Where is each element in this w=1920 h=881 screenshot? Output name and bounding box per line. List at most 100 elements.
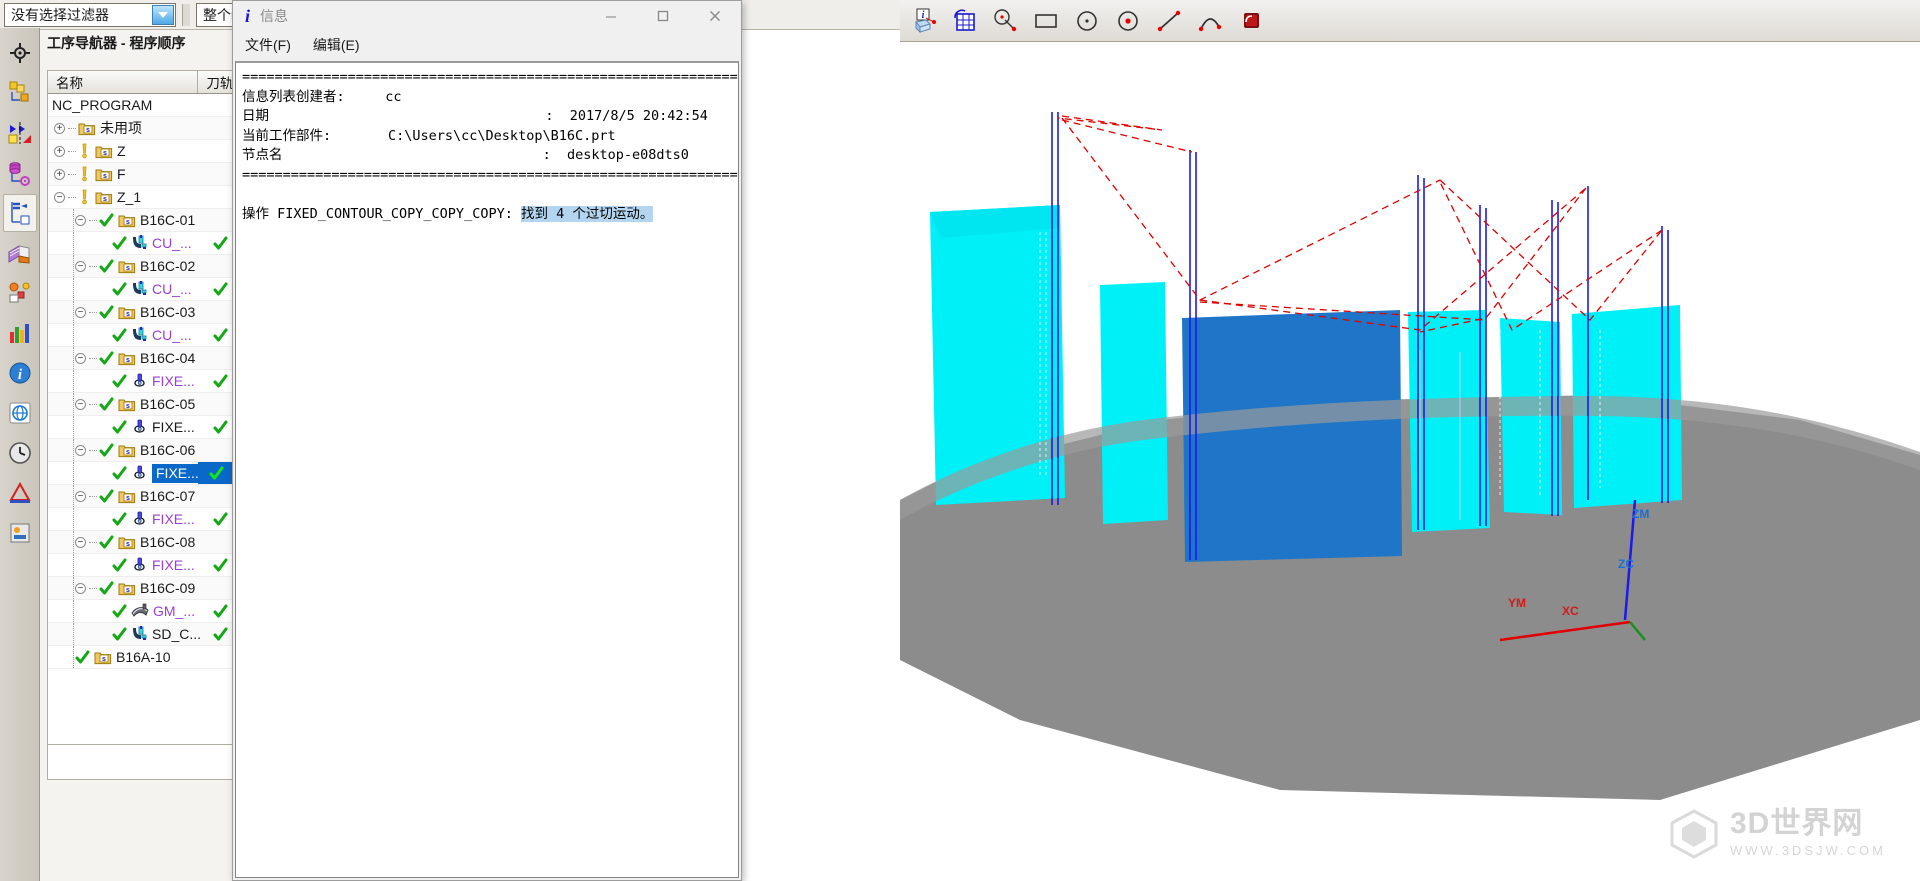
maximize-button[interactable] bbox=[637, 1, 689, 31]
nx-curve-toolbar[interactable]: i bbox=[900, 0, 1920, 42]
constraint-navigator-icon[interactable] bbox=[3, 114, 37, 152]
information-dialog[interactable]: i 信息 文件(F) 编辑(E) =======================… bbox=[232, 0, 742, 881]
tree-guide-line bbox=[73, 393, 74, 415]
svg-text:ZM: ZM bbox=[1632, 507, 1649, 521]
collapse-icon[interactable]: − bbox=[75, 214, 86, 226]
tree-row[interactable]: FIXE... bbox=[48, 554, 238, 577]
tree-guide-line bbox=[73, 209, 74, 231]
svg-text:s: s bbox=[126, 587, 130, 594]
arc-icon[interactable] bbox=[1191, 2, 1229, 40]
assembly-navigator-icon[interactable] bbox=[3, 74, 37, 112]
collapse-icon[interactable]: − bbox=[75, 260, 86, 272]
svg-text:s: s bbox=[86, 127, 90, 134]
history-icon[interactable] bbox=[3, 434, 37, 472]
collapse-icon[interactable]: − bbox=[75, 490, 86, 502]
graphics-viewport[interactable]: ZM ZC YM XC i 3D世界网 WWW.3DSJW.COM bbox=[900, 0, 1920, 881]
warning-icon bbox=[78, 189, 91, 205]
fixed-contour-icon bbox=[131, 557, 148, 573]
roles-icon[interactable] bbox=[3, 514, 37, 552]
tree-guide-line bbox=[73, 554, 74, 576]
collapse-icon[interactable]: − bbox=[75, 536, 86, 548]
collapse-icon[interactable]: − bbox=[75, 306, 86, 318]
part-navigator-icon[interactable] bbox=[3, 154, 37, 192]
tree-row-label: B16C-01 bbox=[140, 212, 196, 228]
resource-bar[interactable]: i bbox=[0, 28, 40, 881]
tree-column-headers: 名称 刀轨 bbox=[47, 70, 239, 94]
minimize-button[interactable] bbox=[585, 1, 637, 31]
column-header-name[interactable]: 名称 bbox=[48, 71, 199, 93]
arc-center-point-icon[interactable] bbox=[986, 2, 1024, 40]
reuse-library-icon[interactable] bbox=[3, 234, 37, 272]
rectangle-icon[interactable] bbox=[1027, 2, 1065, 40]
tree-guide-line bbox=[73, 577, 74, 599]
tree-row[interactable]: − s B16C-01 bbox=[48, 209, 238, 232]
tree-row[interactable]: CU_... bbox=[48, 278, 238, 301]
filter-select-value: 没有选择过滤器 bbox=[11, 6, 109, 23]
collapse-icon[interactable]: − bbox=[75, 582, 86, 594]
information-text-area[interactable]: ========================================… bbox=[235, 61, 739, 878]
dialog-menubar[interactable]: 文件(F) 编辑(E) bbox=[233, 31, 741, 59]
tree-row[interactable]: − s B16C-06 bbox=[48, 439, 238, 462]
tree-row[interactable]: − s B16C-09 bbox=[48, 577, 238, 600]
tree-row[interactable]: CU_... bbox=[48, 232, 238, 255]
tree-row[interactable]: − s B16C-05 bbox=[48, 393, 238, 416]
tree-row[interactable]: SD_C... bbox=[48, 623, 238, 646]
toolpath-check-icon bbox=[213, 420, 228, 435]
tree-row[interactable]: − s B16C-02 bbox=[48, 255, 238, 278]
menu-edit[interactable]: 编辑(E) bbox=[313, 35, 360, 55]
tree-row[interactable]: − s B16C-03 bbox=[48, 301, 238, 324]
circle-icon[interactable] bbox=[1068, 2, 1106, 40]
collapse-icon[interactable]: − bbox=[75, 352, 86, 364]
tree-row[interactable]: − s B16C-08 bbox=[48, 531, 238, 554]
operation-navigator-icon[interactable] bbox=[2, 194, 37, 232]
expand-icon[interactable]: + bbox=[54, 145, 65, 157]
svg-text:s: s bbox=[126, 449, 130, 456]
svg-text:s: s bbox=[126, 541, 130, 548]
line-icon[interactable] bbox=[1150, 2, 1188, 40]
tree-connector bbox=[89, 219, 97, 221]
information-icon[interactable]: i bbox=[3, 354, 37, 392]
tree-row[interactable]: FIXE... bbox=[48, 508, 238, 531]
tree-row-selected[interactable]: FIXE... bbox=[48, 462, 238, 485]
tree-empty-area bbox=[47, 744, 239, 780]
tree-row[interactable]: + s 未用项 bbox=[48, 117, 238, 140]
hd3d-tools-icon[interactable] bbox=[3, 274, 37, 312]
expand-icon[interactable]: + bbox=[54, 168, 65, 180]
process-studio-icon[interactable] bbox=[3, 474, 37, 512]
tree-row[interactable]: FIXE... bbox=[48, 416, 238, 439]
menu-file[interactable]: 文件(F) bbox=[245, 35, 291, 55]
close-button[interactable] bbox=[689, 1, 741, 31]
tree-row[interactable]: + s F bbox=[48, 163, 238, 186]
web-browser-icon[interactable] bbox=[3, 394, 37, 432]
operation-tree[interactable]: NC_PROGRAM + s 未用项 + s Z + s F − s Z_1 − s B16C-01 CU_..… bbox=[47, 94, 239, 744]
grid-workplane-icon[interactable] bbox=[945, 2, 983, 40]
home-icon[interactable] bbox=[3, 34, 37, 72]
tree-row-label: Z bbox=[117, 143, 126, 159]
program-folder-icon: s bbox=[118, 259, 136, 274]
tree-row[interactable]: − s B16C-04 bbox=[48, 347, 238, 370]
tree-row[interactable]: − s Z_1 bbox=[48, 186, 238, 209]
tree-row[interactable]: CU_... bbox=[48, 324, 238, 347]
tree-row[interactable]: GM_... bbox=[48, 600, 238, 623]
information-object-icon[interactable]: i bbox=[904, 2, 942, 40]
tree-guide-line bbox=[73, 232, 74, 254]
expand-icon[interactable]: + bbox=[54, 122, 65, 134]
tree-row[interactable]: − s B16C-07 bbox=[48, 485, 238, 508]
tree-row[interactable]: NC_PROGRAM bbox=[48, 94, 238, 117]
svg-text:s: s bbox=[103, 173, 107, 180]
circle-center-icon[interactable] bbox=[1109, 2, 1147, 40]
collapse-icon[interactable]: − bbox=[75, 398, 86, 410]
collapse-icon[interactable]: − bbox=[75, 444, 86, 456]
tree-row-label: B16C-07 bbox=[140, 488, 196, 504]
data-bars-icon[interactable] bbox=[3, 314, 37, 352]
collapse-icon[interactable]: − bbox=[54, 191, 65, 203]
chevron-down-icon[interactable] bbox=[152, 4, 174, 25]
tree-row-label: NC_PROGRAM bbox=[52, 97, 153, 113]
fillet-box-icon[interactable] bbox=[1232, 2, 1270, 40]
filter-select[interactable]: 没有选择过滤器 bbox=[4, 2, 176, 27]
dialog-titlebar[interactable]: i 信息 bbox=[233, 1, 741, 31]
tree-row[interactable]: s B16A-10 bbox=[48, 646, 238, 669]
tree-connector bbox=[89, 449, 97, 451]
tree-row[interactable]: + s Z bbox=[48, 140, 238, 163]
tree-row[interactable]: FIXE... bbox=[48, 370, 238, 393]
